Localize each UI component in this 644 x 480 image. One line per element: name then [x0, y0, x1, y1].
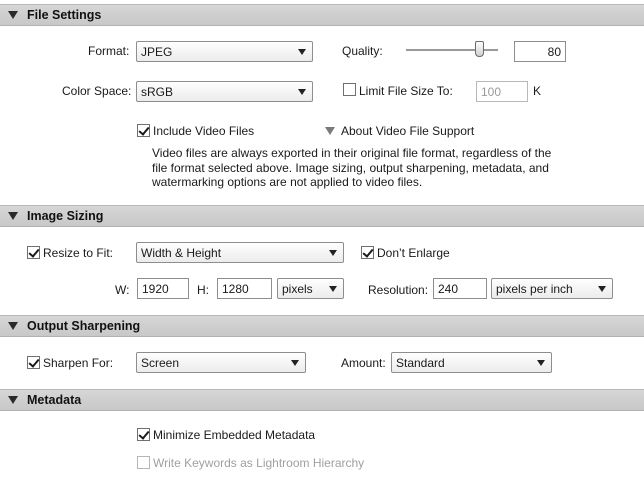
color-space-label: Color Space:: [62, 84, 132, 98]
include-video-checkbox[interactable]: [137, 124, 150, 137]
video-desc-line: Video files are always exported in their…: [152, 146, 552, 160]
format-select[interactable]: JPEG: [136, 41, 313, 62]
collapse-triangle-icon[interactable]: [8, 396, 18, 404]
file-settings-header[interactable]: File Settings: [0, 4, 644, 26]
dont-enlarge-checkbox[interactable]: [361, 246, 374, 259]
about-video-link[interactable]: About Video File Support: [341, 124, 474, 138]
minimize-metadata-checkbox[interactable]: [137, 428, 150, 441]
format-label: Format:: [88, 44, 130, 58]
include-video-label: Include Video Files: [153, 124, 255, 138]
resolution-unit-select[interactable]: pixels per inch: [491, 278, 613, 299]
collapse-triangle-icon[interactable]: [8, 212, 18, 220]
size-unit-select[interactable]: pixels: [277, 278, 344, 299]
checkmark-icon: [138, 124, 150, 136]
amount-select[interactable]: Standard: [391, 352, 552, 373]
video-description: Video files are always exported in their…: [152, 146, 572, 190]
amount-value: Standard: [396, 356, 445, 370]
image-sizing-title: Image Sizing: [27, 209, 104, 223]
resize-to-fit-checkbox[interactable]: [27, 246, 40, 259]
write-keywords-checkbox[interactable]: [137, 456, 150, 469]
format-value: JPEG: [141, 45, 173, 59]
dropdown-arrow-icon: [329, 250, 337, 256]
dropdown-arrow-icon: [298, 89, 306, 95]
sharpen-for-label: Sharpen For:: [43, 356, 114, 370]
checkmark-icon: [28, 356, 40, 368]
checkmark-icon: [28, 246, 40, 258]
output-sharpening-header[interactable]: Output Sharpening: [0, 315, 644, 337]
image-sizing-header[interactable]: Image Sizing: [0, 205, 644, 227]
sharpen-for-value: Screen: [141, 356, 180, 370]
size-unit-value: pixels: [282, 282, 313, 296]
resize-to-fit-label: Resize to Fit:: [43, 246, 114, 260]
sharpen-for-select[interactable]: Screen: [136, 352, 306, 373]
limit-file-size-label: Limit File Size To:: [359, 84, 453, 98]
resolution-label: Resolution:: [368, 283, 429, 297]
limit-file-size-input[interactable]: 100: [476, 81, 528, 102]
height-input[interactable]: 1280: [217, 278, 272, 299]
color-space-value: sRGB: [141, 85, 174, 99]
resize-mode-value: Width & Height: [141, 246, 222, 260]
checkmark-icon: [362, 246, 374, 258]
resize-mode-select[interactable]: Width & Height: [136, 242, 344, 263]
collapse-triangle-icon[interactable]: [8, 322, 18, 330]
metadata-title: Metadata: [27, 393, 82, 407]
dropdown-arrow-icon: [598, 286, 606, 292]
checkmark-icon: [138, 428, 150, 440]
height-label: H:: [197, 283, 209, 297]
write-keywords-label: Write Keywords as Lightroom Hierarchy: [153, 456, 365, 470]
amount-label: Amount:: [341, 356, 386, 370]
resolution-input[interactable]: 240: [433, 278, 487, 299]
file-settings-title: File Settings: [27, 8, 102, 22]
output-sharpening-title: Output Sharpening: [27, 319, 141, 333]
minimize-metadata-label: Minimize Embedded Metadata: [153, 428, 316, 442]
quality-slider-thumb[interactable]: [475, 41, 485, 57]
metadata-header[interactable]: Metadata: [0, 389, 644, 411]
quality-input[interactable]: 80: [514, 41, 566, 62]
video-desc-line: watermarking options are not applied to …: [152, 175, 423, 189]
quality-slider-track[interactable]: [406, 49, 498, 52]
disclosure-triangle-icon[interactable]: [325, 127, 335, 135]
width-input[interactable]: 1920: [137, 278, 189, 299]
video-desc-line: file format selected above. Image sizing…: [152, 160, 549, 175]
collapse-triangle-icon[interactable]: [8, 11, 18, 19]
dropdown-arrow-icon: [537, 360, 545, 366]
dont-enlarge-label: Don’t Enlarge: [377, 246, 450, 260]
sharpen-for-checkbox[interactable]: [27, 356, 40, 369]
limit-file-size-checkbox[interactable]: [343, 83, 356, 96]
quality-label: Quality:: [342, 44, 383, 58]
dropdown-arrow-icon: [329, 286, 337, 292]
width-label: W:: [115, 283, 130, 297]
dropdown-arrow-icon: [298, 49, 306, 55]
dropdown-arrow-icon: [291, 360, 299, 366]
limit-unit-label: K: [533, 84, 542, 98]
resolution-unit-value: pixels per inch: [496, 282, 573, 296]
color-space-select[interactable]: sRGB: [136, 81, 313, 102]
